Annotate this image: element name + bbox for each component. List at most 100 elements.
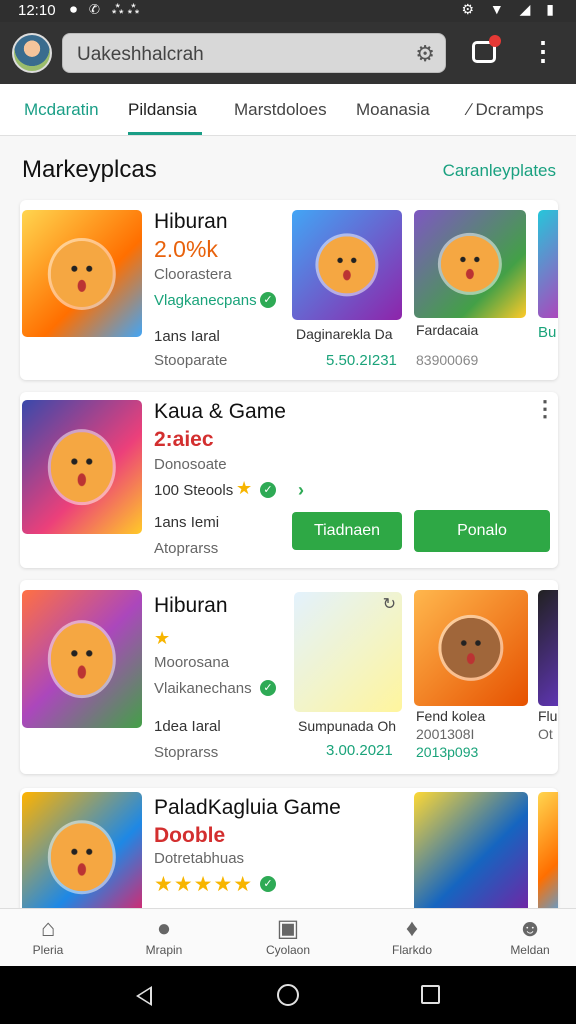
game-thumbnail[interactable] [22,792,142,908]
character-image [440,235,500,293]
tab-3[interactable]: Marstdoloes [234,100,327,120]
tile-price: 83900069 [416,352,479,368]
status-left-icons: ⏺ ✆ ⁂⁂ [70,1,144,17]
bottom-navigation: ⌂ Pleria ● Mrapin ▣ Cyolaon ♦ Flarkdo ☻ Melda… [0,908,576,966]
game-thumbnail[interactable] [22,400,142,534]
more-options-icon[interactable]: ⋮ [530,36,556,67]
refresh-icon[interactable]: ↻ [383,594,396,614]
card-line: Stooparate [154,352,228,369]
tile-thumbnail[interactable] [414,792,528,908]
nav-item-location[interactable]: ♦ Flarkdo [372,915,452,957]
card-title: Hiburan [154,210,228,233]
tab-5[interactable]: ∕ Dcramps [468,100,544,120]
main-content: Markeyplcas Caranleyplates Hiburan 2.0%k… [0,136,576,908]
card-status: Vlaikanechans [154,680,252,697]
listing-card[interactable]: Hiburan ★ Moorosana Vlaikanechans ✓ 1dea… [20,580,558,774]
game-thumbnail[interactable] [22,590,142,728]
notification-dot [489,35,501,47]
status-time: 12:10 [18,2,56,19]
card-line: Cloorastera [154,266,232,283]
card-title: Hiburan [154,594,228,617]
avatar[interactable] [12,33,52,73]
active-tab-indicator [128,132,202,135]
character-image [50,432,114,502]
status-bar: 12:10 ⏺ ✆ ⁂⁂ ⚙ ▼ ◢ ▮ [0,0,576,22]
nav-item-profile[interactable]: ☻ Meldan [490,915,570,957]
tile-code: 2001308I [416,726,475,742]
tile-name: Bu [538,324,557,341]
tile-thumbnail[interactable] [292,210,402,320]
tile-price: 5.50.2I231 [326,352,397,369]
card-line: Dotretabhuas [154,850,245,867]
section-title: Markeyplcas [22,156,157,183]
nav-item-chat[interactable]: ● Mrapin [124,915,204,957]
back-icon[interactable] [136,986,152,1006]
system-navigation [0,966,576,1024]
nav-label: Meldan [510,943,550,957]
tile-price: 2013p093 [416,744,479,760]
tile-name: Daginarekla Da [296,326,393,342]
tile-name: Flu [538,708,558,724]
notification-icon[interactable] [472,35,501,63]
character-image [441,617,501,679]
character-image [318,236,376,294]
game-thumbnail[interactable] [22,210,142,337]
verified-icon: ✓ [260,680,276,696]
card-line: 1dea Iaral [154,718,221,735]
home-icon: ⌂ [40,915,56,942]
tile-thumbnail[interactable] [538,590,558,706]
tile-thumbnail[interactable] [414,210,526,318]
nav-label: Cyolaon [265,943,311,957]
tile-thumbnail[interactable] [538,792,558,908]
tile-code: Ot [538,726,553,742]
card-reviews: 100 Steools [154,482,234,499]
chat-icon: ● [156,915,172,942]
listing-card[interactable]: Hiburan 2.0%k Cloorastera Vlagkanecpans … [20,200,558,380]
nav-label: Flarkdo [391,943,432,957]
tab-1[interactable]: Mcdaratin [24,100,99,120]
nav-label: Pleria [32,943,64,957]
apps-icon: ▣ [276,915,300,942]
card-subtitle: Dooble [154,824,226,847]
tile-price: 3.00.2021 [326,742,393,759]
chevron-right-icon[interactable]: › [298,480,304,501]
star-icon: ★ [154,628,172,648]
listing-card[interactable]: PaladKagluia Game Dooble Dotretabhuas ★★… [20,788,558,908]
secondary-action-button[interactable]: Ponalo [414,510,550,552]
tile-name: Fend kolea [416,708,486,724]
tile-thumbnail[interactable]: ↻ [294,592,402,712]
card-line: Moorosana [154,654,230,671]
section-link[interactable]: Caranleyplates [443,161,556,181]
verified-icon: ✓ [260,482,276,498]
nav-item-home[interactable]: ⌂ Pleria [8,915,88,957]
tab-4[interactable]: Moanasia [356,100,430,120]
tile-name: Sumpunada Oh [298,718,397,734]
card-status: Vlagkanecpans [154,292,257,309]
nav-item-apps[interactable]: ▣ Cyolaon [248,915,328,957]
listing-card[interactable]: Kaua & Game 2:aiec Donosoate 100 Steools… [20,392,558,568]
settings-icon[interactable]: ⚙ [415,41,435,67]
card-line: Donosoate [154,456,227,473]
search-bar[interactable]: Uakeshhalcrah ⚙ [62,33,446,73]
character-image [50,823,114,891]
tile-thumbnail[interactable] [414,590,528,706]
more-options-icon[interactable]: ⋮ [534,396,556,422]
card-title: Kaua & Game [154,400,286,423]
card-title: PaladKagluia Game [154,796,341,819]
star-icon: ★ [236,478,254,498]
card-line: Atoprarss [154,540,219,557]
tab-bar: Mcdaratin Pildansia Marstdoloes Moanasia… [0,84,576,136]
tile-thumbnail[interactable] [538,210,558,318]
card-subtitle: 2.0%k [154,236,218,262]
recents-icon[interactable] [421,985,440,1004]
character-image [50,240,114,307]
card-line: Stoprarss [154,744,219,761]
primary-action-button[interactable]: Tiadnaen [292,512,402,550]
home-button-icon[interactable] [277,984,299,1006]
search-input[interactable]: Uakeshhalcrah [77,44,204,66]
tile-name: Fardacaia [416,322,479,338]
tab-2[interactable]: Pildansia [128,100,197,120]
character-image [50,623,114,695]
status-right-icons: ⚙ ▼ ◢ ▮ [461,1,560,17]
nav-label: Mrapin [145,943,183,957]
